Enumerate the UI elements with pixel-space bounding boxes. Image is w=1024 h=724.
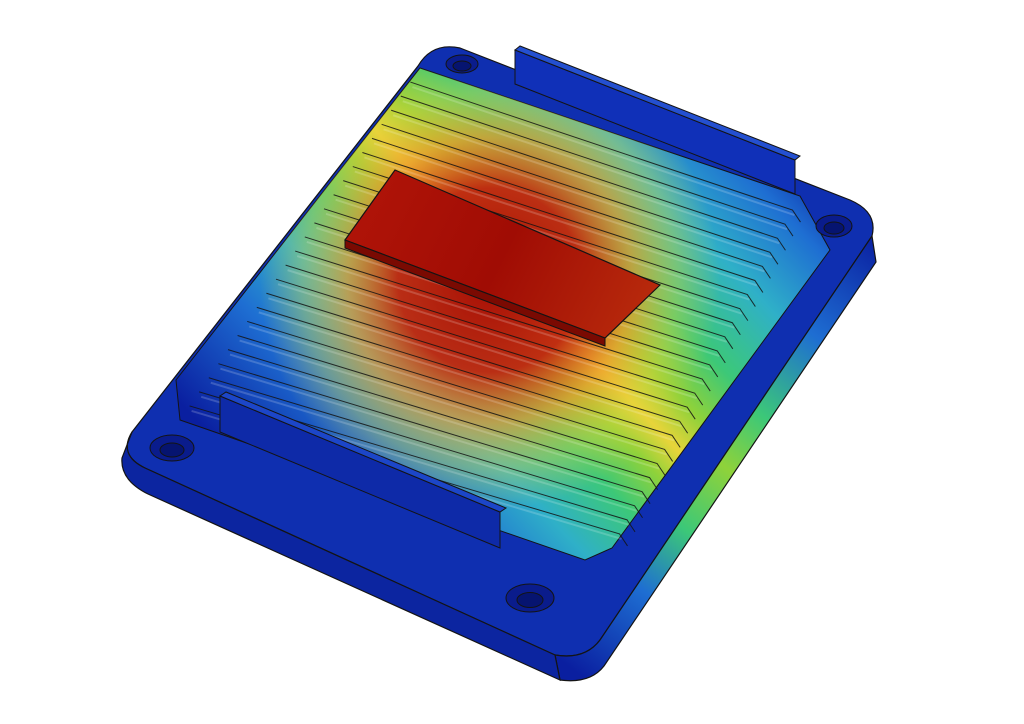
heat-sink-render (121, 45, 877, 682)
mounting-hole-back-right (815, 214, 853, 238)
mounting-hole-front-left (149, 434, 195, 462)
mounting-hole-back-left (445, 54, 479, 74)
mounting-hole-front-right (505, 583, 555, 613)
